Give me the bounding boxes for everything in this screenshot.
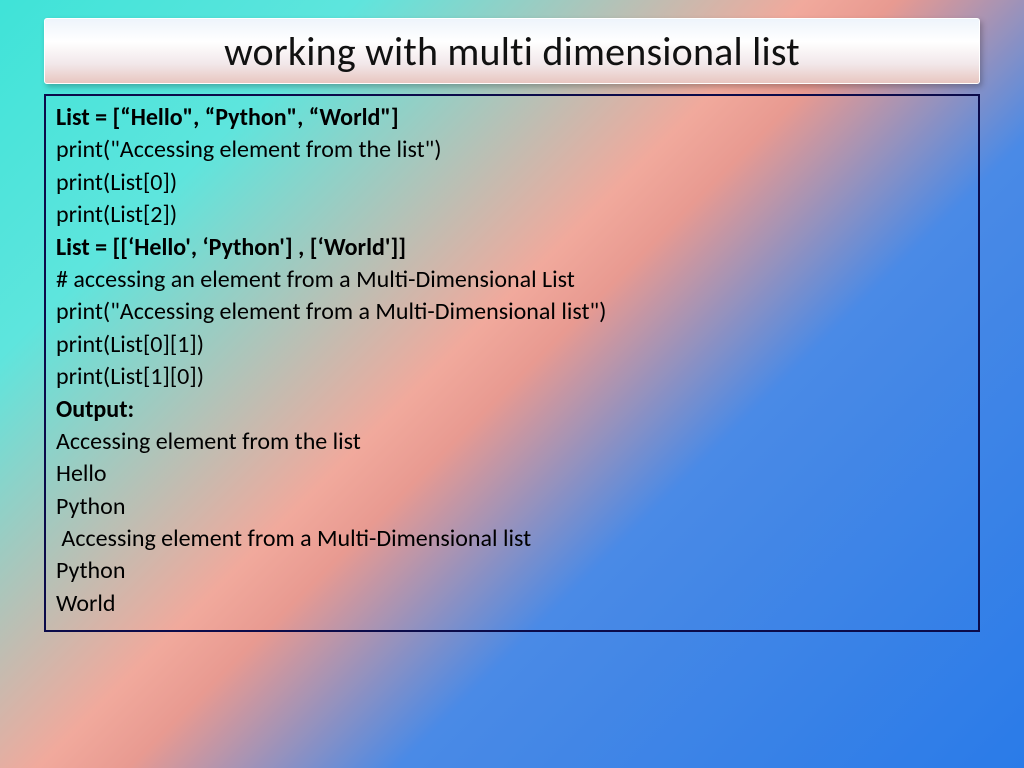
output-line: Hello — [56, 458, 968, 490]
code-line: List = [“Hello", “Python", “World"] — [56, 102, 968, 134]
slide-title: working with multi dimensional list — [224, 27, 800, 76]
output-line: Accessing element from a Multi-Dimension… — [56, 523, 968, 555]
code-line: print(List[0]) — [56, 167, 968, 199]
code-line: print(List[1][0]) — [56, 361, 968, 393]
output-line: Python — [56, 555, 968, 587]
output-line: Python — [56, 491, 968, 523]
output-line: Accessing element from the list — [56, 426, 968, 458]
code-line: print("Accessing element from the list") — [56, 134, 968, 166]
code-line: # accessing an element from a Multi-Dime… — [56, 264, 968, 296]
output-line: World — [56, 588, 968, 620]
code-line: print("Accessing element from a Multi-Di… — [56, 296, 968, 328]
output-label: Output: — [56, 394, 968, 426]
code-line: print(List[2]) — [56, 199, 968, 231]
code-content-box: List = [“Hello", “Python", “World"] prin… — [44, 94, 980, 632]
code-line: print(List[0][1]) — [56, 329, 968, 361]
slide-title-bar: working with multi dimensional list — [44, 18, 980, 84]
code-line: List = [[‘Hello', ‘Python'] , [‘World']] — [56, 232, 968, 264]
